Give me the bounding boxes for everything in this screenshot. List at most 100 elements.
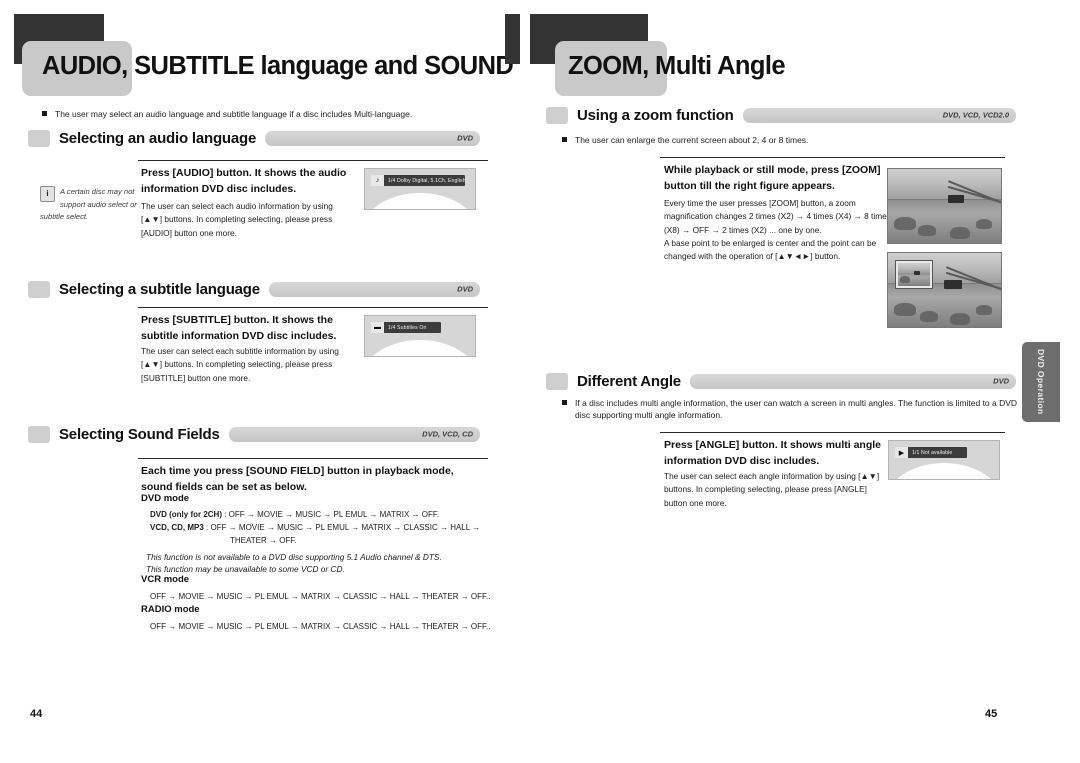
section-chip-icon: [28, 280, 50, 298]
speaker-icon: ♪: [371, 175, 384, 186]
divider-rule-audio: [138, 160, 488, 161]
block-heading-subtitle: Press [SUBTITLE] button. It shows the su…: [141, 314, 337, 342]
section-disc-bar: DVD, VCD, VCD2.0: [742, 107, 1016, 123]
photo-scrub: [950, 313, 970, 325]
photo-scrub: [918, 225, 936, 236]
chain-dvd-2ch: DVD (only for 2CH) : OFF → MOVIE → MUSIC…: [150, 508, 439, 522]
block-heading-zoom: While playback or still mode, press [ZOO…: [664, 164, 881, 192]
photo-train-zoomed: [887, 252, 1002, 328]
vcr-mode-title: VCR mode: [141, 574, 190, 585]
intro-bullet-row: The user may select an audio language an…: [42, 108, 472, 120]
inset-train: [914, 271, 920, 275]
section-disc-bar: DVD, VCD, CD: [228, 426, 480, 442]
note-audio-select: i A certain disc may not support audio s…: [40, 186, 144, 224]
divider-rule-subtitle: [138, 307, 488, 308]
chain-dvd-2ch-prefix: DVD (only for 2CH): [150, 510, 222, 519]
section-header-audio-language: Selecting an audio language DVD: [28, 128, 480, 148]
section-header-sound-fields: Selecting Sound Fields DVD, VCD, CD: [28, 424, 480, 444]
angle-icon: ▶: [895, 447, 908, 458]
osd-text-angle: 1/1 Not available: [912, 449, 953, 456]
osd-text-subtitle: 1/4 Subtitles On: [388, 324, 427, 331]
block-body-zoom-2: A base point to be enlarged is center an…: [664, 238, 877, 262]
section-disc-bar: DVD: [265, 130, 480, 146]
block-body-audio: The user can select each audio informati…: [141, 201, 333, 238]
page-number-right: 45: [985, 708, 998, 720]
disc-type-badge: DVD: [993, 376, 1009, 386]
photo-train-normal: [887, 168, 1002, 244]
photo-scrub: [976, 219, 992, 229]
bullet-square-icon: [562, 400, 567, 405]
photo-scrub: [894, 217, 916, 230]
bullet-square-icon: [42, 111, 47, 116]
section-header-zoom: Using a zoom function DVD, VCD, VCD2.0: [546, 105, 1016, 125]
osd-preview-audio: ♪ 1/4 Dolby Digital, 5.1Ch, English: [364, 168, 476, 210]
osd-curve-decoration: [365, 193, 475, 209]
chain-vcr: OFF → MOVIE → MUSIC → PL EMUL → MATRIX →…: [150, 592, 491, 601]
section-header-different-angle: Different Angle DVD: [546, 371, 1016, 391]
chain-vcd-line1: VCD, CD, MP3 : OFF → MOVIE → MUSIC → PL …: [150, 521, 480, 535]
info-icon: i: [40, 186, 55, 202]
photo-train: [944, 280, 962, 289]
osd-preview-angle: ▶ 1/1 Not available: [888, 440, 1000, 480]
page-title: ZOOM, Multi Angle: [568, 52, 786, 80]
side-tab-dvd-operation: DVD Operation: [1022, 342, 1060, 422]
photo-scrub: [950, 227, 970, 239]
osd-preview-subtitle: ▬ 1/4 Subtitles On: [364, 315, 476, 357]
divider-rule-sound: [138, 458, 488, 459]
disc-type-badge: DVD: [457, 133, 473, 143]
divider-rule-angle: [660, 432, 1005, 433]
section-label-sound-fields: Selecting Sound Fields: [59, 425, 220, 443]
section-disc-bar: DVD: [689, 373, 1016, 389]
osd-text-audio: 1/4 Dolby Digital, 5.1Ch, English: [388, 177, 466, 184]
block-body-angle: The user can select each angle informati…: [664, 471, 880, 508]
zoom-intro-bullet-text: The user can enlarge the current screen …: [575, 135, 809, 145]
zoom-inset-box: [895, 260, 933, 289]
photo-scrub: [920, 311, 938, 322]
chain-vcd-prefix: VCD, CD, MP3: [150, 523, 204, 532]
bullet-square-icon: [562, 137, 567, 142]
photo-train: [948, 195, 964, 203]
block-body-subtitle: The user can select each subtitle inform…: [141, 346, 339, 383]
section-chip-icon: [546, 372, 568, 390]
block-heading-angle: Press [ANGLE] button. It shows multi ang…: [664, 439, 882, 467]
section-label-audio-language: Selecting an audio language: [59, 129, 257, 147]
photo-scrub: [894, 303, 916, 316]
subtitle-icon: ▬: [371, 322, 384, 333]
section-chip-icon: [28, 129, 50, 147]
section-label-zoom: Using a zoom function: [577, 106, 734, 124]
dvd-mode-title: DVD mode: [141, 493, 190, 504]
disc-type-badge: DVD, VCD, CD: [422, 429, 473, 439]
page-number-left: 44: [30, 708, 43, 720]
left-page: AUDIO, SUBTITLE language and SOUND FIELD…: [0, 0, 607, 763]
radio-mode-title: RADIO mode: [141, 604, 200, 615]
divider-rule-zoom: [660, 157, 1005, 158]
section-label-subtitle-language: Selecting a subtitle language: [59, 280, 260, 298]
chain-vcd-sequence-1: : OFF → MOVIE → MUSIC → PL EMUL → MATRIX…: [203, 523, 481, 532]
section-disc-bar: DVD: [268, 281, 480, 297]
inset-scrub: [900, 276, 910, 283]
osd-curve-decoration: [365, 340, 475, 356]
section-header-subtitle-language: Selecting a subtitle language DVD: [28, 279, 480, 299]
angle-intro-bullet-text: If a disc includes multi angle informati…: [575, 398, 1018, 421]
section-chip-icon: [546, 106, 568, 124]
block-heading-sound-fields: Each time you press [SOUND FIELD] button…: [141, 465, 454, 493]
section-label-different-angle: Different Angle: [577, 372, 681, 390]
chain-radio: OFF → MOVIE → MUSIC → PL EMUL → MATRIX →…: [150, 622, 491, 631]
osd-status-bar: ▬ 1/4 Subtitles On: [371, 322, 441, 333]
header-edge-bar-left: [505, 14, 520, 64]
block-body-zoom-1: Every time the user presses [ZOOM] butto…: [664, 198, 891, 235]
disc-type-badge: DVD, VCD, VCD2.0: [942, 110, 1009, 120]
intro-bullet-text: The user may select an audio language an…: [55, 109, 413, 119]
block-heading-audio: Press [AUDIO] button. It shows the audio…: [141, 167, 347, 195]
side-tab-label: DVD Operation: [1036, 349, 1046, 415]
sound-note-2: This function may be unavailable to some…: [146, 564, 345, 574]
angle-intro-bullet-row: If a disc includes multi angle informati…: [562, 397, 1022, 422]
zoom-intro-bullet-row: The user can enlarge the current screen …: [562, 134, 992, 146]
chain-vcd-line2: THEATER → OFF.: [230, 536, 297, 545]
photo-scrub: [976, 305, 992, 315]
section-chip-icon: [28, 425, 50, 443]
osd-curve-decoration: [889, 463, 999, 479]
disc-type-badge: DVD: [457, 284, 473, 294]
osd-status-bar: ♪ 1/4 Dolby Digital, 5.1Ch, English: [371, 175, 466, 186]
right-page: ZOOM, Multi Angle Using a zoom function …: [520, 0, 1080, 763]
